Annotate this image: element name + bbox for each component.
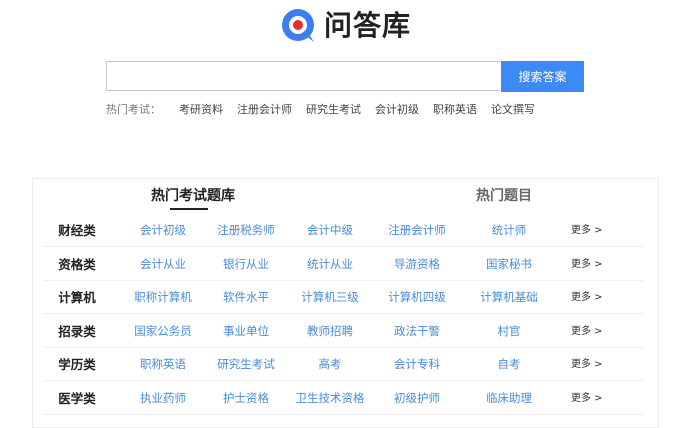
hot-exams-bar: 热门考试： 考研资料 注册会计师 研究生考试 会计初级 职称英语 论文撰写 <box>106 101 549 117</box>
category-link[interactable]: 统计师 <box>459 214 559 247</box>
category-link[interactable]: 国家秘书 <box>459 248 559 281</box>
category-link[interactable]: 计算机四级 <box>367 281 467 314</box>
category-row: 医学类 执业药师 护士资格 卫生技术资格 初级护师 临床助理 更多 > <box>43 382 643 415</box>
category-name: 资格类 <box>58 256 96 272</box>
category-name: 医学类 <box>58 390 96 406</box>
hot-exams-label: 热门考试： <box>106 103 161 116</box>
more-link[interactable]: 更多 > <box>571 382 603 415</box>
category-link[interactable]: 自考 <box>459 348 559 381</box>
category-link[interactable]: 计算机三级 <box>280 281 380 314</box>
hot-exam-link[interactable]: 注册会计师 <box>237 101 292 117</box>
hot-exam-link[interactable]: 论文撰写 <box>491 101 535 117</box>
category-link[interactable]: 临床助理 <box>459 382 559 415</box>
category-row: 资格类 会计从业 银行从业 统计从业 导游资格 国家秘书 更多 > <box>43 248 643 281</box>
category-link[interactable]: 统计从业 <box>280 248 380 281</box>
hot-exam-link[interactable]: 研究生考试 <box>306 101 361 117</box>
logo-text: 问答库 <box>324 9 412 42</box>
category-link[interactable]: 村官 <box>459 315 559 348</box>
exam-panel: 热门考试题库 热门题目 财经类 会计初级 注册税务师 会计中级 注册会计师 统计师 更多 >… <box>32 178 659 428</box>
category-name: 计算机 <box>58 290 96 305</box>
logo-q-icon <box>278 6 318 46</box>
category-row: 招录类 国家公务员 事业单位 教师招聘 政法干警 村官 更多 > <box>43 315 643 348</box>
hot-exam-link[interactable]: 考研资料 <box>179 101 223 117</box>
category-link[interactable]: 高考 <box>280 348 380 381</box>
hot-exam-link[interactable]: 会计初级 <box>375 101 419 117</box>
category-link[interactable]: 导游资格 <box>367 248 467 281</box>
more-link[interactable]: 更多 > <box>571 281 603 314</box>
site-logo[interactable]: 问答库 <box>278 6 411 46</box>
more-link[interactable]: 更多 > <box>571 248 603 281</box>
search-button[interactable]: 搜索答案 <box>501 61 584 92</box>
hot-exam-link[interactable]: 职称英语 <box>433 101 477 117</box>
more-link[interactable]: 更多 > <box>571 214 603 247</box>
category-link[interactable]: 计算机基础 <box>459 281 559 314</box>
category-name: 财经类 <box>58 223 96 238</box>
category-link[interactable]: 注册会计师 <box>367 214 467 247</box>
more-link[interactable]: 更多 > <box>571 315 603 348</box>
category-link[interactable]: 会计中级 <box>280 214 380 247</box>
tab-hot-exam-banks[interactable]: 热门考试题库 <box>151 185 235 207</box>
category-link[interactable]: 会计专科 <box>367 348 467 381</box>
active-tab-indicator <box>170 208 208 210</box>
category-row: 学历类 职称英语 研究生考试 高考 会计专科 自考 更多 > <box>43 348 643 381</box>
category-row: 计算机 职称计算机 软件水平 计算机三级 计算机四级 计算机基础 更多 > <box>43 281 643 314</box>
category-name: 招录类 <box>58 323 96 339</box>
search-input[interactable] <box>106 61 500 91</box>
category-row: 财经类 会计初级 注册税务师 会计中级 注册会计师 统计师 更多 > <box>43 214 643 247</box>
category-link[interactable]: 卫生技术资格 <box>280 382 380 415</box>
tab-hot-questions[interactable]: 热门题目 <box>476 185 532 207</box>
category-link[interactable]: 教师招聘 <box>280 315 380 348</box>
category-name: 学历类 <box>58 357 96 372</box>
more-link[interactable]: 更多 > <box>571 348 603 381</box>
category-link[interactable]: 初级护师 <box>367 382 467 415</box>
category-link[interactable]: 政法干警 <box>367 315 467 348</box>
